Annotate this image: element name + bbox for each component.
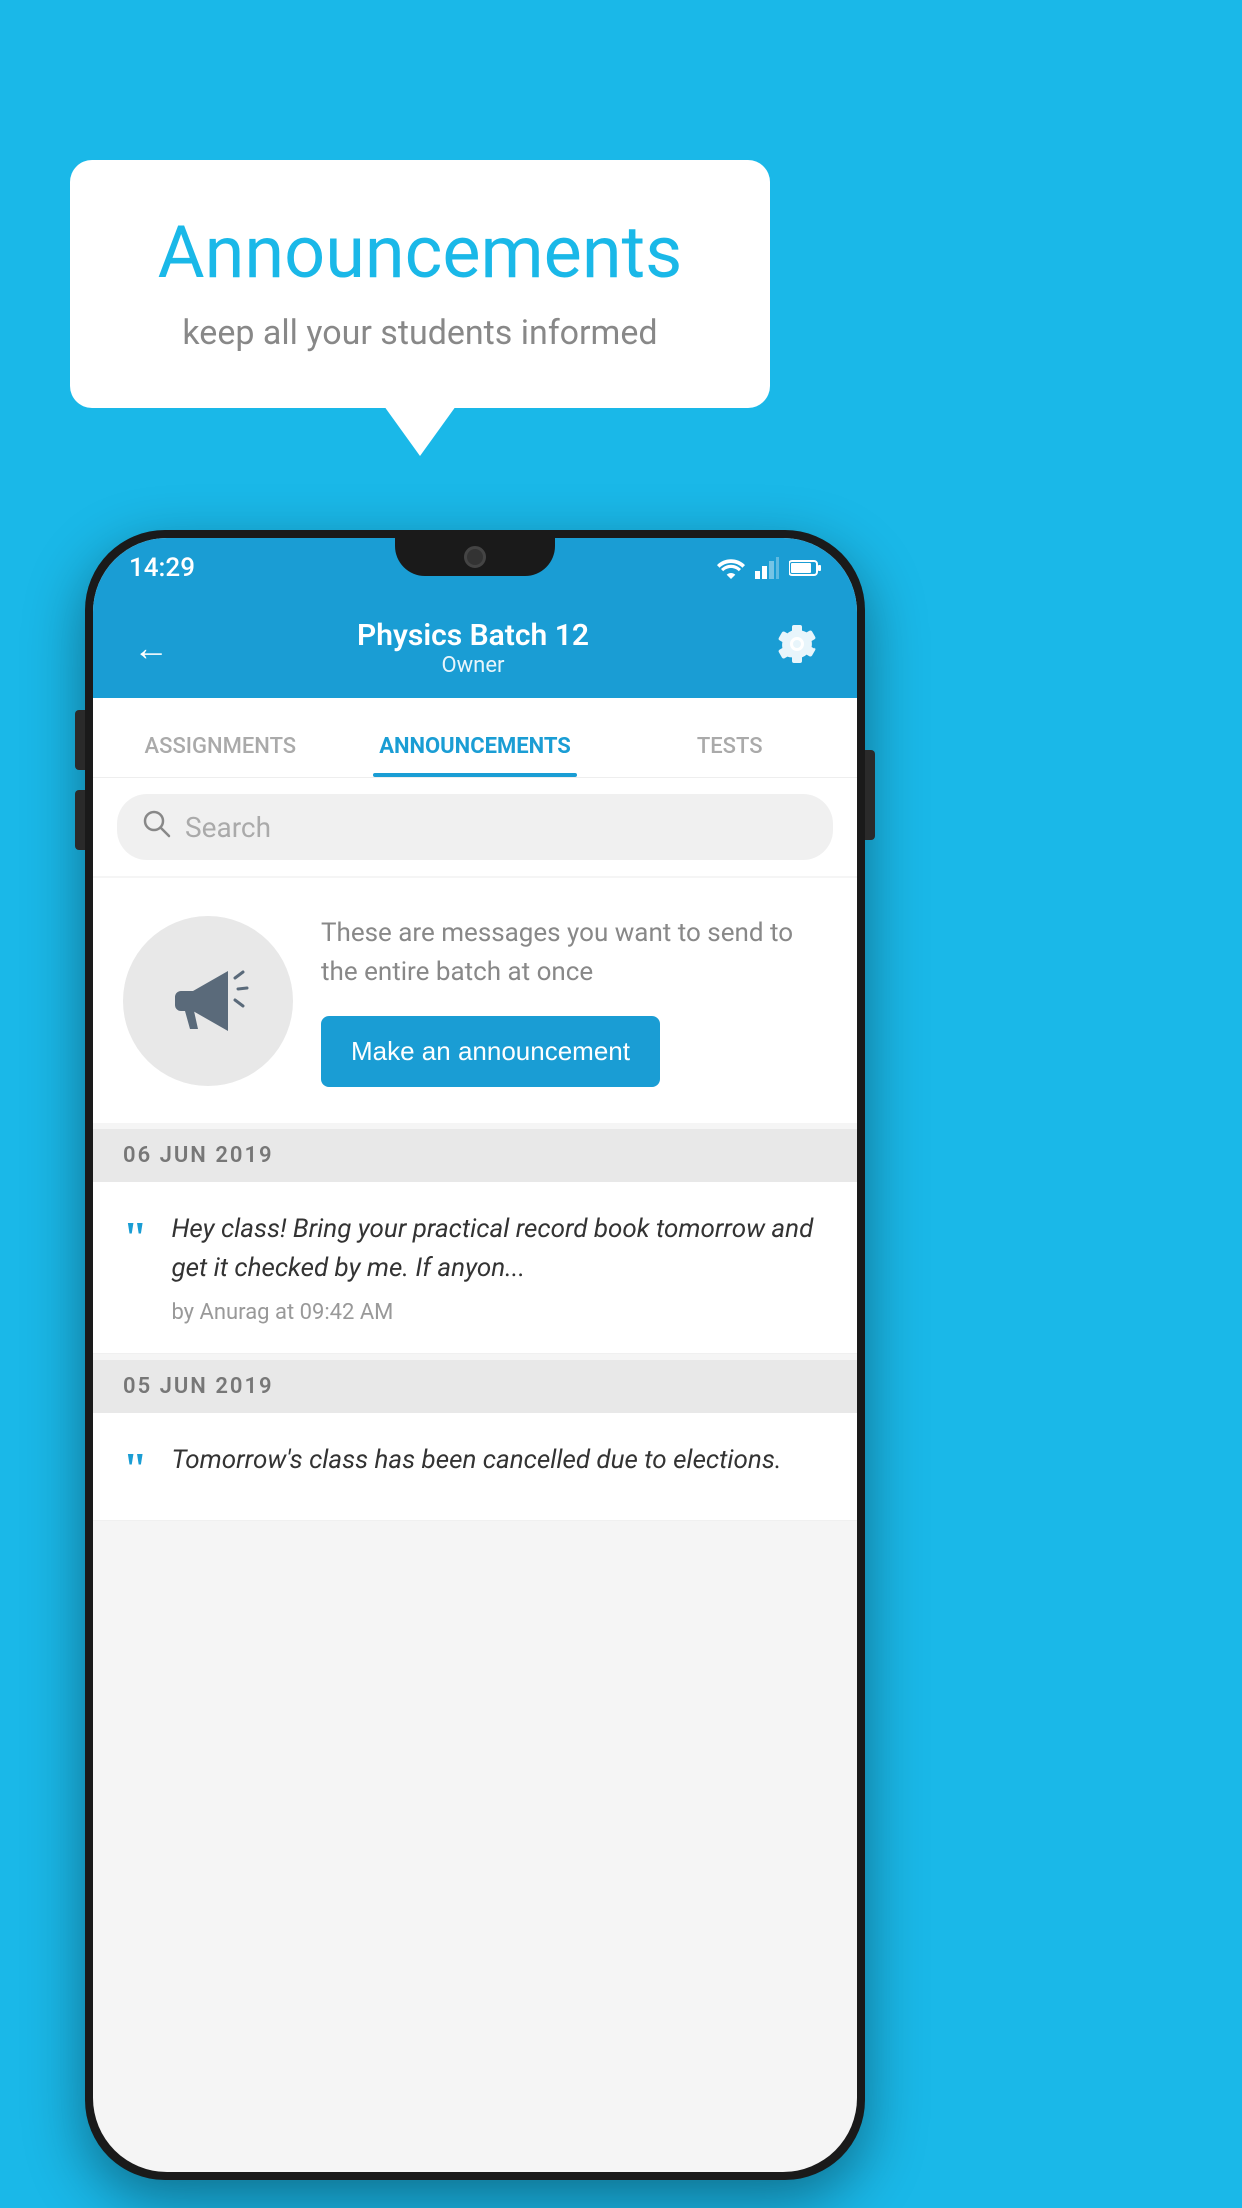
tab-tests[interactable]: TESTS — [602, 734, 857, 777]
app-bar-title-container: Physics Batch 12 Owner — [179, 618, 767, 678]
tab-announcements[interactable]: ANNOUNCEMENTS — [348, 734, 603, 777]
quote-icon-1: " — [123, 1210, 147, 1325]
power-button — [865, 750, 875, 840]
announcement-content-2: Tomorrow's class has been cancelled due … — [171, 1441, 827, 1492]
search-placeholder: Search — [185, 811, 271, 844]
phone-screen: 14:29 — [93, 538, 857, 2172]
date-divider-1: 06 JUN 2019 — [93, 1129, 857, 1182]
announcement-item-2[interactable]: " Tomorrow's class has been cancelled du… — [93, 1413, 857, 1521]
bubble-title: Announcements — [130, 210, 710, 295]
speech-bubble-card: Announcements keep all your students inf… — [70, 160, 770, 408]
camera — [464, 546, 486, 568]
tab-assignments[interactable]: ASSIGNMENTS — [93, 734, 348, 777]
notch — [395, 538, 555, 576]
volume-up-button — [75, 710, 85, 770]
volume-down-button — [75, 790, 85, 850]
batch-role: Owner — [179, 653, 767, 678]
search-container: Search — [93, 778, 857, 876]
prompt-description: These are messages you want to send to t… — [321, 914, 827, 992]
battery-icon — [789, 559, 821, 577]
announcement-prompt: These are messages you want to send to t… — [93, 878, 857, 1123]
announcement-content-1: Hey class! Bring your practical record b… — [171, 1210, 827, 1325]
phone-frame: 14:29 — [85, 530, 865, 2180]
status-time: 14:29 — [129, 553, 195, 583]
quote-icon-2: " — [123, 1441, 147, 1492]
make-announcement-button[interactable]: Make an announcement — [321, 1016, 660, 1087]
megaphone-circle — [123, 916, 293, 1086]
announcement-item-1[interactable]: " Hey class! Bring your practical record… — [93, 1182, 857, 1354]
bubble-subtitle: keep all your students informed — [130, 313, 710, 353]
back-button[interactable]: ← — [123, 617, 179, 679]
search-icon — [141, 808, 171, 846]
batch-name: Physics Batch 12 — [179, 618, 767, 653]
gear-icon — [777, 624, 817, 664]
search-bar[interactable]: Search — [117, 794, 833, 860]
wifi-icon — [717, 557, 745, 579]
announcement-text-2: Tomorrow's class has been cancelled due … — [171, 1441, 827, 1480]
content-area: Search These are messages you want to se… — [93, 778, 857, 1521]
megaphone-icon — [163, 956, 253, 1046]
app-bar: ← Physics Batch 12 Owner — [93, 598, 857, 698]
signal-icon — [755, 557, 779, 579]
status-bar: 14:29 — [93, 538, 857, 598]
tabs-bar: ASSIGNMENTS ANNOUNCEMENTS TESTS — [93, 698, 857, 778]
date-divider-2: 05 JUN 2019 — [93, 1360, 857, 1413]
status-icons — [717, 557, 821, 579]
announcement-meta-1: by Anurag at 09:42 AM — [171, 1300, 827, 1325]
settings-button[interactable] — [767, 614, 827, 683]
prompt-right: These are messages you want to send to t… — [321, 914, 827, 1087]
announcement-text-1: Hey class! Bring your practical record b… — [171, 1210, 827, 1288]
